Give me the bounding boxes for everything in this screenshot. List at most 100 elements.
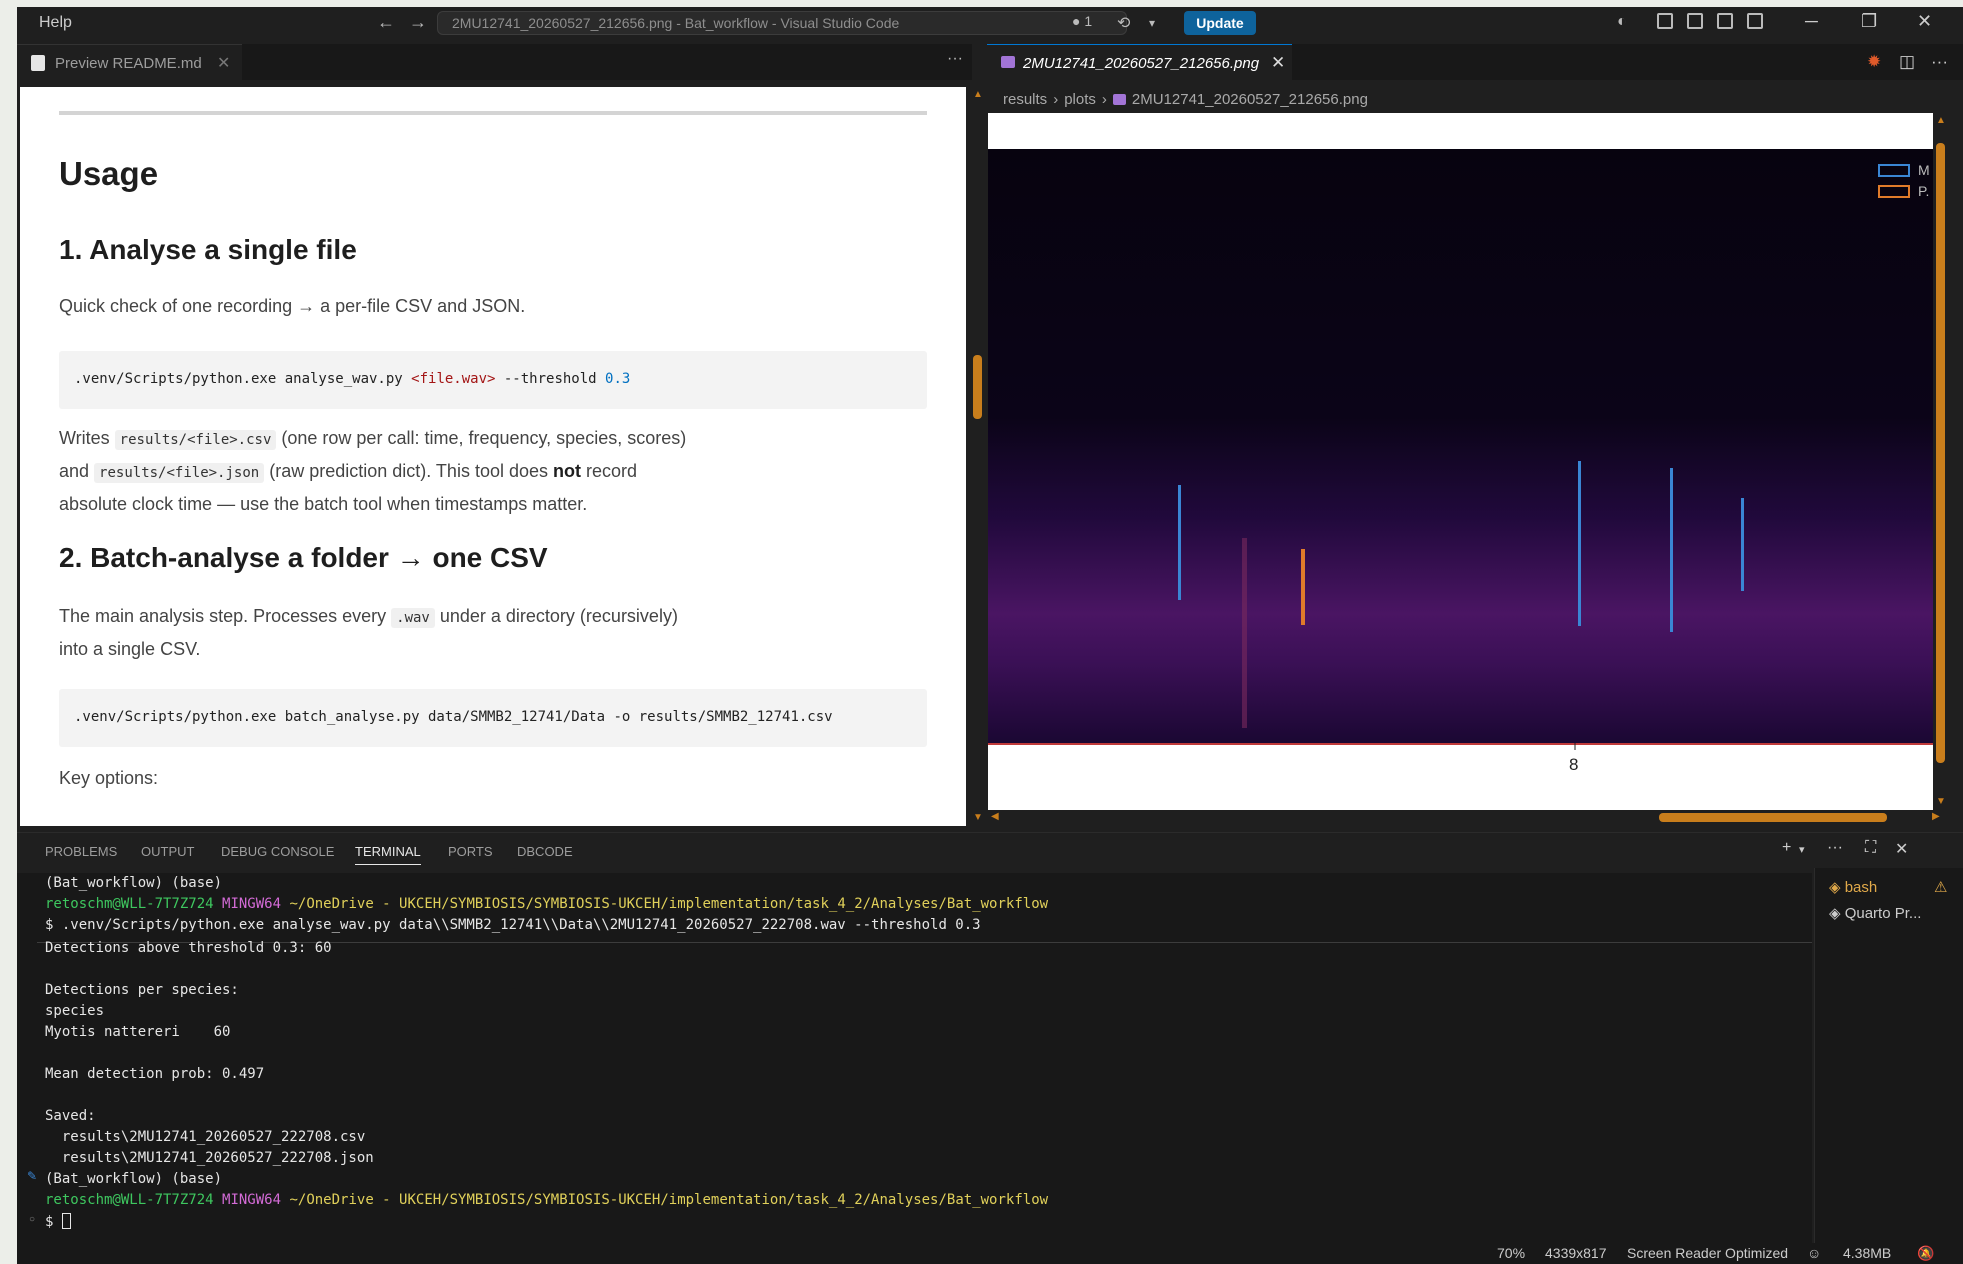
scroll-up-icon[interactable]: ▲ <box>973 89 983 100</box>
tab-debug-console[interactable]: DEBUG CONSOLE <box>221 844 334 859</box>
restore-icon[interactable]: ❐ <box>1861 11 1877 32</box>
terminal-prompt-line: retoschm@WLL-7T7Z724 MINGW64 ~/OneDrive … <box>45 1192 1049 1208</box>
terminal-line: Saved: <box>45 1108 96 1124</box>
scroll-down-icon[interactable]: ▼ <box>973 812 983 823</box>
preview-scrollbar[interactable]: ▲ ▼ <box>970 87 984 826</box>
more-actions-icon[interactable]: ··· <box>947 50 963 68</box>
tab-terminal[interactable]: TERMINAL <box>355 844 421 865</box>
tab-output[interactable]: OUTPUT <box>141 844 194 859</box>
x-tick-label: 8 <box>1569 755 1578 774</box>
notifications-icon[interactable]: 🔕 <box>1917 1245 1934 1262</box>
scroll-up-icon[interactable]: ▲ <box>1936 115 1946 126</box>
more-actions-icon[interactable]: ··· <box>1931 52 1948 72</box>
toggle-secondary-sidebar-icon[interactable] <box>1747 13 1763 29</box>
session-bash[interactable]: ◈ bash ⚠ <box>1829 878 1947 896</box>
heading-batch: 2. Batch-analyse a folder → one CSV <box>59 542 548 573</box>
maximize-panel-icon[interactable]: ⛶ <box>1865 839 1876 857</box>
scroll-thumb[interactable] <box>1936 143 1945 763</box>
terminal-cursor <box>61 1213 71 1229</box>
status-screen-reader[interactable]: Screen Reader Optimized <box>1627 1245 1788 1261</box>
customize-layout-icon[interactable] <box>1657 13 1673 29</box>
toggle-sidebar-icon[interactable] <box>1687 13 1703 29</box>
paragraph-batch: The main analysis step. Processes every … <box>59 606 678 659</box>
breadcrumb-results[interactable]: results <box>1003 91 1047 108</box>
bottom-panel: PROBLEMS OUTPUT DEBUG CONSOLE TERMINAL P… <box>17 832 1963 1255</box>
terminal-prompt-line: retoschm@WLL-7T7Z724 MINGW64 ~/OneDrive … <box>45 896 1049 912</box>
scroll-right-icon[interactable]: ▶ <box>1932 811 1940 822</box>
scroll-down-icon[interactable]: ▼ <box>1936 796 1946 807</box>
terminal-line: species <box>45 1003 105 1019</box>
dirty-count: ● 1 <box>1072 13 1093 29</box>
minimize-icon[interactable]: ─ <box>1805 11 1818 32</box>
legend-label: P. <box>1918 183 1929 199</box>
update-button[interactable]: Update <box>1184 11 1256 35</box>
breadcrumb-file[interactable]: 2MU12741_20260527_212656.png <box>1132 91 1368 108</box>
title-bar: Help ← → 2MU12741_20260527_212656.png - … <box>17 7 1963 39</box>
right-tab-bar: 2MU12741_20260527_212656.png ✕ ✹ ◫ ··· <box>987 44 1963 80</box>
legend-label: M <box>1918 162 1930 178</box>
terminal-line: Detections per species: <box>45 982 239 998</box>
tab-problems[interactable]: PROBLEMS <box>45 844 117 859</box>
command-decoration-icon[interactable]: ✎ <box>27 1169 37 1183</box>
spectrogram-baseline <box>988 743 1933 745</box>
terminal-line: (Bat_workflow) (base) <box>45 1171 223 1187</box>
code-single: .venv/Scripts/python.exe analyse_wav.py … <box>74 371 631 387</box>
image-icon <box>1001 56 1015 68</box>
terminal-sessions: ◈ bash ⚠ ◈ Quarto Pr... <box>1814 868 1963 1255</box>
terminal-line: (Bat_workflow) (base) <box>45 875 223 891</box>
status-zoom[interactable]: 70% <box>1497 1245 1525 1261</box>
menu-help[interactable]: Help <box>39 14 72 32</box>
terminal[interactable]: (Bat_workflow) (base) retoschm@WLL-7T7Z7… <box>17 873 1834 1255</box>
image-horizontal-scrollbar[interactable]: ◀ ▶ <box>988 810 1947 824</box>
sparkle-icon[interactable]: ✹ <box>1867 52 1881 72</box>
terminal-command: $ .venv/Scripts/python.exe analyse_wav.p… <box>45 917 981 933</box>
left-tab-bar: Preview README.md ✕ ··· <box>17 44 972 80</box>
close-panel-icon[interactable]: ✕ <box>1895 839 1908 859</box>
code-batch: .venv/Scripts/python.exe batch_analyse.p… <box>74 709 833 725</box>
tab-image[interactable]: 2MU12741_20260527_212656.png ✕ <box>987 44 1292 80</box>
chevron-down-icon[interactable]: ▾ <box>1799 843 1805 856</box>
terminal-line: Mean detection prob: 0.497 <box>45 1066 265 1082</box>
chevron-down-icon[interactable]: ▾ <box>1149 16 1155 30</box>
image-viewer[interactable]: M P. 8 <box>988 113 1933 810</box>
vscode-window: Help ← → 2MU12741_20260527_212656.png - … <box>17 7 1963 1264</box>
tab-preview-readme[interactable]: Preview README.md ✕ <box>17 44 242 80</box>
forward-arrow-icon[interactable]: → <box>409 12 427 33</box>
call-mark <box>1178 485 1181 600</box>
image-vertical-scrollbar[interactable]: ▲ ▼ <box>1933 113 1947 810</box>
call-mark <box>1741 498 1744 591</box>
status-memory: 4.38MB <box>1843 1245 1892 1261</box>
spectrogram-area <box>988 149 1933 745</box>
command-decoration-icon[interactable]: ○ <box>29 1214 35 1225</box>
copilot-icon[interactable]: ◐ <box>1617 13 1627 31</box>
scroll-left-icon[interactable]: ◀ <box>991 811 999 822</box>
copilot-icon[interactable]: ☺ <box>1807 1245 1821 1261</box>
close-window-icon[interactable]: ✕ <box>1917 11 1932 32</box>
more-actions-icon[interactable]: ··· <box>1827 839 1843 857</box>
breadcrumb-plots[interactable]: plots <box>1064 91 1096 108</box>
command-center[interactable]: 2MU12741_20260527_212656.png - Bat_workf… <box>437 11 1127 35</box>
sync-icon[interactable]: ⟲ <box>1117 13 1130 33</box>
terminal-icon: ◈ <box>1829 905 1845 922</box>
paragraph-key-options: Key options: <box>59 768 159 788</box>
scroll-thumb[interactable] <box>973 355 982 419</box>
scroll-thumb[interactable] <box>1659 813 1887 822</box>
markdown-preview: Usage 1. Analyse a single file Quick che… <box>20 87 966 826</box>
inline-code-json: results/<file>.json <box>94 463 265 483</box>
split-editor-icon[interactable]: ◫ <box>1899 52 1915 72</box>
tab-ports[interactable]: PORTS <box>448 844 493 859</box>
close-tab-icon[interactable]: ✕ <box>1271 53 1285 73</box>
new-terminal-icon[interactable]: + <box>1782 839 1791 857</box>
back-arrow-icon[interactable]: ← <box>377 12 395 33</box>
heading-usage: Usage <box>59 155 159 192</box>
inline-code-csv: results/<file>.csv <box>114 430 277 450</box>
window-title: 2MU12741_20260527_212656.png - Bat_workf… <box>452 15 900 31</box>
close-tab-icon[interactable]: ✕ <box>217 53 230 73</box>
paragraph-writes: Writes results/<file>.csv (one row per c… <box>59 428 687 514</box>
terminal-line: Myotis nattereri 60 <box>45 1024 231 1040</box>
session-quarto[interactable]: ◈ Quarto Pr... <box>1829 904 1921 922</box>
tab-dbcode[interactable]: DBCODE <box>517 844 573 859</box>
status-dimensions: 4339x817 <box>1545 1245 1607 1261</box>
toggle-panel-icon[interactable] <box>1717 13 1733 29</box>
terminal-input-line[interactable]: $ <box>45 1213 71 1230</box>
